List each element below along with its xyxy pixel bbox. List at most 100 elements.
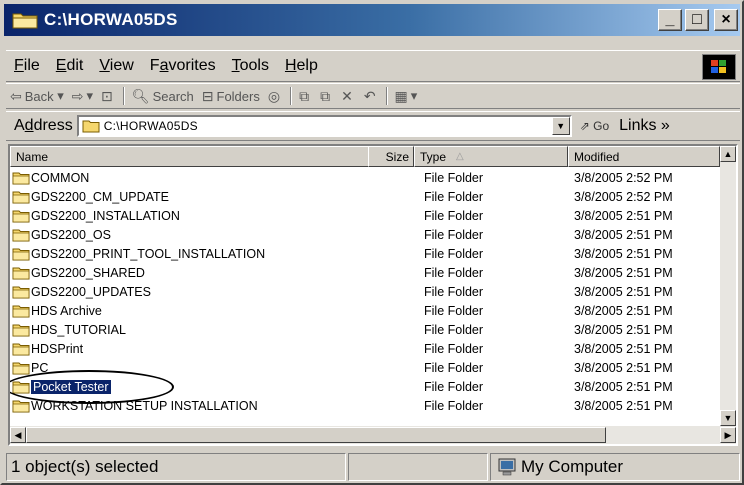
file-row[interactable]: HDS Archive File Folder 3/8/2005 2:51 PM [10,301,720,320]
toolbar-separator [122,87,125,105]
back-button[interactable]: ⇦ Back ▾ [6,88,68,105]
file-name-cell[interactable]: GDS2200_PRINT_TOOL_INSTALLATION [10,247,414,261]
up-folder-button[interactable]: ⊡ [97,88,120,105]
folders-icon: ⊟ [201,87,214,104]
file-row[interactable]: Pocket Tester File Folder 3/8/2005 2:51 PM [10,377,720,396]
menu-bar: File Edit View Favorites Tools Help [6,50,740,82]
folder-icon [82,120,100,133]
search-button[interactable]: 🔍︎ Search [128,88,198,105]
links-label: Links [619,117,657,134]
file-name-cell[interactable]: HDSPrint [10,342,414,356]
scroll-down-button[interactable]: ▼ [720,410,736,426]
undo-button[interactable]: ↶ [360,88,383,105]
file-modified: 3/8/2005 2:51 PM [574,303,673,318]
scroll-thumb[interactable] [26,427,606,443]
file-name-cell[interactable]: Pocket Tester [10,379,414,394]
maximize-button[interactable]: □ [685,9,709,31]
file-type: File Folder [424,303,484,318]
folder-icon [12,400,30,412]
scroll-left-button[interactable]: ◀ [10,427,26,443]
close-button[interactable]: × [714,9,738,31]
file-row[interactable]: WORKSTATION SETUP INSTALLATION File Folde… [10,396,720,415]
file-row[interactable]: COMMON File Folder 3/8/2005 2:52 PM [10,168,720,187]
menu-view[interactable]: View [91,57,141,75]
file-row[interactable]: GDS2200_INSTALLATION File Folder 3/8/2005 … [10,206,720,225]
copy-to-button[interactable]: ⧉ [316,88,337,105]
menu-favorites[interactable]: Favorites [142,57,224,75]
menu-edit[interactable]: Edit [48,57,92,75]
address-dropdown-button[interactable]: ▼ [551,117,570,135]
scroll-up-button[interactable]: ▲ [720,146,736,162]
history-icon: ◎ [267,87,281,104]
file-type: File Folder [424,322,484,337]
toolbar-separator [290,87,293,105]
folders-button[interactable]: ⊟ Folders [198,88,264,105]
file-name-cell[interactable]: GDS2200_SHARED [10,266,414,280]
views-button[interactable]: ▦ ▾ [391,88,422,105]
file-type: File Folder [424,189,484,204]
title-bar[interactable]: C:\HORWA05DS _ □ × [4,4,740,36]
file-name-cell[interactable]: HDS_TUTORIAL [10,323,414,337]
file-modified: 3/8/2005 2:51 PM [574,341,673,356]
zone-label: My Computer [521,457,624,476]
status-zone: My Computer [490,453,740,481]
vertical-scrollbar[interactable]: ▲ ▼ [720,146,736,426]
file-name: GDS2200_CM_UPDATE [31,189,170,204]
up-folder-icon: ⊡ [101,87,113,104]
file-row[interactable]: GDS2200_PRINT_TOOL_INSTALLATION File Fold… [10,244,720,263]
column-header-type[interactable]: Type △ [414,146,568,167]
file-list[interactable]: Name Type △ Modified Size COMMON File Fold… [8,144,738,446]
file-row[interactable]: GDS2200_SHARED File Folder 3/8/2005 2:51 P… [10,263,720,282]
scroll-right-button[interactable]: ▶ [720,427,736,443]
address-input[interactable]: C:\HORWA05DS ▼ [76,115,572,137]
file-name-cell[interactable]: PC [10,361,414,375]
file-type: File Folder [424,379,484,394]
address-bar: Address C:\HORWA05DS ▼ ⇗ Go Links » [6,111,740,141]
links-button[interactable]: Links » [619,117,670,135]
horizontal-scrollbar[interactable]: ◀ ▶ [10,426,736,444]
menu-tools[interactable]: Tools [224,57,277,75]
file-name-cell[interactable]: GDS2200_OS [10,228,414,242]
file-name-cell[interactable]: GDS2200_CM_UPDATE [10,190,414,204]
list-header: Name Type △ Modified [10,146,720,167]
file-name-cell[interactable]: GDS2200_INSTALLATION [10,209,414,223]
folder-icon [12,324,30,336]
minimize-button[interactable]: _ [658,9,682,31]
history-button[interactable]: ◎ [264,88,287,105]
file-name: GDS2200_OS [31,227,111,242]
file-row[interactable]: HDSPrint File Folder 3/8/2005 2:51 PM [10,339,720,358]
delete-button[interactable]: ✕ [337,88,360,105]
folders-label: Folders [216,88,260,104]
column-header-size[interactable]: Size [368,146,414,167]
file-name-cell[interactable]: HDS Archive [10,304,414,318]
file-name: HDS_TUTORIAL [31,322,126,337]
delete-x-icon: ✕ [341,87,353,104]
file-name: GDS2200_UPDATES [31,284,151,299]
menu-file[interactable]: File [6,57,48,75]
file-row[interactable]: HDS_TUTORIAL File Folder 3/8/2005 2:51 PM [10,320,720,339]
column-header-modified[interactable]: Modified [568,146,720,167]
file-name: COMMON [31,170,90,185]
window-title: C:\HORWA05DS [44,10,178,29]
file-row[interactable]: PC File Folder 3/8/2005 2:51 PM [10,358,720,377]
my-computer-icon [498,458,516,476]
file-name-cell[interactable]: WORKSTATION SETUP INSTALLATION [10,399,414,413]
standard-toolbar: ⇦ Back ▾ ⇨ ▾ ⊡ 🔍︎ Search ⊟ Folders ◎ ⧉ ⧉ ✕ ↶… [6,83,740,109]
file-type: File Folder [424,360,484,375]
menu-help[interactable]: Help [277,57,326,75]
file-row[interactable]: GDS2200_OS File Folder 3/8/2005 2:51 PM [10,225,720,244]
file-name: HDS Archive [31,303,102,318]
status-selection: 1 object(s) selected [6,453,346,481]
file-modified: 3/8/2005 2:51 PM [574,322,673,337]
file-row[interactable]: GDS2200_CM_UPDATE File Folder 3/8/2005 2:5… [10,187,720,206]
file-type: File Folder [424,227,484,242]
go-button[interactable]: ⇗ Go [580,119,609,133]
forward-button[interactable]: ⇨ ▾ [68,88,97,105]
column-header-name[interactable]: Name [10,146,414,167]
file-modified: 3/8/2005 2:51 PM [574,398,673,413]
file-name: Pocket Tester [31,379,111,394]
file-name-cell[interactable]: COMMON [10,171,414,185]
move-to-button[interactable]: ⧉ [295,88,316,105]
file-row[interactable]: GDS2200_UPDATES File Folder 3/8/2005 2:51 … [10,282,720,301]
file-name-cell[interactable]: GDS2200_UPDATES [10,285,414,299]
